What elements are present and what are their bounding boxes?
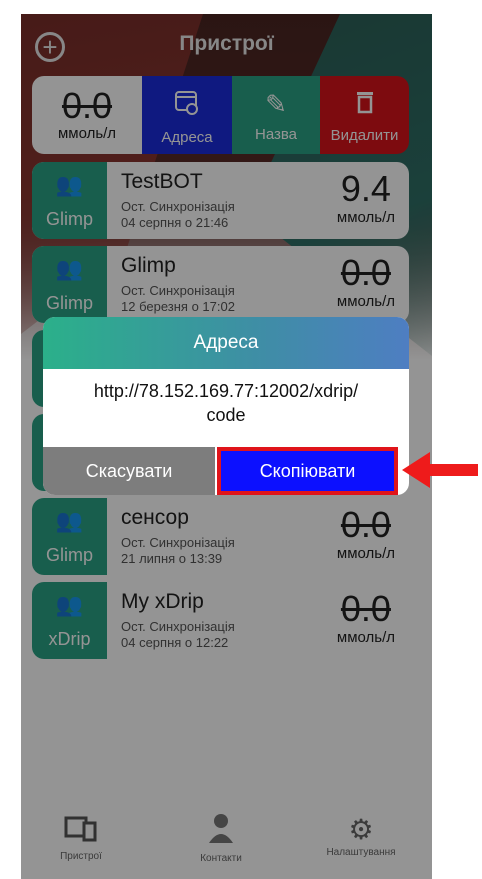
red-arrow-icon	[402, 452, 478, 488]
cancel-button[interactable]: Скасувати	[43, 447, 215, 495]
dialog-buttons: Скасувати Скопіювати	[43, 447, 409, 495]
address-line-2: code	[206, 405, 246, 425]
phone-screen: + Пристрої 0.0 ммоль/л Адреса ✎ Назва Ви…	[21, 14, 432, 879]
address-line-1: http://78.152.169.77:12002/xdrip/	[93, 381, 359, 401]
dialog-title: Адреса	[43, 317, 409, 369]
address-dialog: Адреса http://78.152.169.77:12002/xdrip/…	[43, 317, 409, 495]
copy-button[interactable]: Скопіювати	[221, 451, 394, 491]
dialog-address: http://78.152.169.77:12002/xdrip/ code	[43, 369, 409, 447]
copy-button-highlight: Скопіювати	[217, 447, 398, 495]
